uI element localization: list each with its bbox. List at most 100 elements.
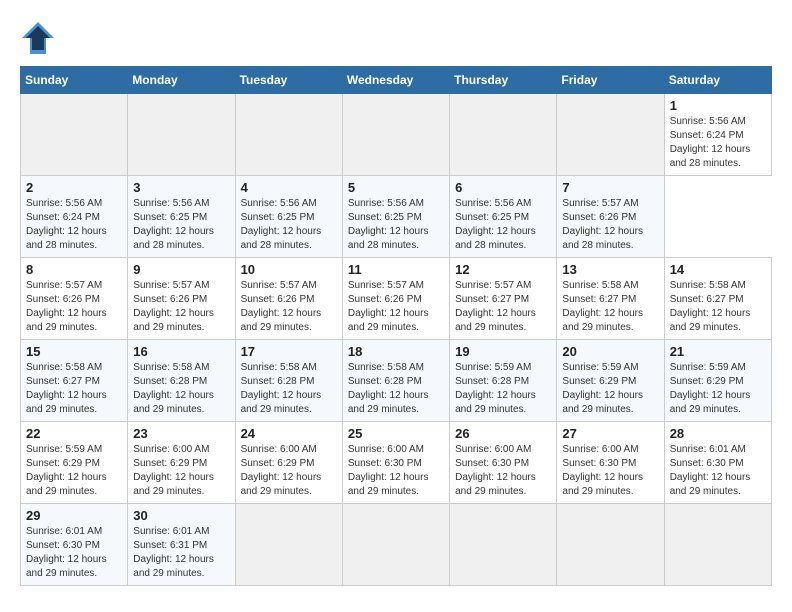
weekday-header: Sunday [21,67,128,94]
day-info: Sunrise: 5:57 AMSunset: 6:26 PMDaylight:… [348,279,444,335]
weekday-header: Tuesday [235,67,342,94]
day-info: Sunrise: 5:56 AMSunset: 6:25 PMDaylight:… [133,197,229,253]
weekday-header: Monday [128,67,235,94]
day-info: Sunrise: 6:01 AMSunset: 6:31 PMDaylight:… [133,525,229,581]
calendar-day: 6Sunrise: 5:56 AMSunset: 6:25 PMDaylight… [450,176,557,258]
weekday-header: Friday [557,67,664,94]
day-info: Sunrise: 5:57 AMSunset: 6:26 PMDaylight:… [26,279,122,335]
calendar-table: SundayMondayTuesdayWednesdayThursdayFrid… [20,66,772,586]
day-info: Sunrise: 5:57 AMSunset: 6:26 PMDaylight:… [241,279,337,335]
calendar-day: 5Sunrise: 5:56 AMSunset: 6:25 PMDaylight… [342,176,449,258]
calendar-header-row: SundayMondayTuesdayWednesdayThursdayFrid… [21,67,772,94]
day-info: Sunrise: 5:56 AMSunset: 6:24 PMDaylight:… [670,115,766,171]
calendar-day: 9Sunrise: 5:57 AMSunset: 6:26 PMDaylight… [128,258,235,340]
day-number: 11 [348,262,444,277]
calendar-day: 25 Sunrise: 6:00 AMSunset: 6:30 PMDayligh… [342,422,449,504]
day-number: 2 [26,180,122,195]
page-header [20,20,772,56]
day-info: Sunrise: 5:56 AMSunset: 6:25 PMDaylight:… [348,197,444,253]
calendar-day: 11 Sunrise: 5:57 AMSunset: 6:26 PMDayligh… [342,258,449,340]
day-info: Sunrise: 6:00 AMSunset: 6:29 PMDaylight:… [133,443,229,499]
calendar-day: 18 Sunrise: 5:58 AMSunset: 6:28 PMDayligh… [342,340,449,422]
calendar-day: 29 Sunrise: 6:01 AMSunset: 6:30 PMDayligh… [21,504,128,586]
day-number: 25 [348,426,444,441]
empty-cell [21,94,128,176]
calendar-day: 24 Sunrise: 6:00 AMSunset: 6:29 PMDayligh… [235,422,342,504]
day-info: Sunrise: 5:57 AMSunset: 6:26 PMDaylight:… [562,197,658,253]
day-info: Sunrise: 5:56 AMSunset: 6:24 PMDaylight:… [26,197,122,253]
day-number: 16 [133,344,229,359]
calendar-day: 27 Sunrise: 6:00 AMSunset: 6:30 PMDayligh… [557,422,664,504]
empty-cell [235,504,342,586]
day-number: 17 [241,344,337,359]
day-number: 19 [455,344,551,359]
calendar-day: 13 Sunrise: 5:58 AMSunset: 6:27 PMDayligh… [557,258,664,340]
calendar-day: 26 Sunrise: 6:00 AMSunset: 6:30 PMDayligh… [450,422,557,504]
day-info: Sunrise: 5:58 AMSunset: 6:27 PMDaylight:… [562,279,658,335]
empty-cell [450,504,557,586]
day-info: Sunrise: 5:58 AMSunset: 6:28 PMDaylight:… [241,361,337,417]
day-number: 10 [241,262,337,277]
logo-icon [20,20,56,56]
calendar-day: 19 Sunrise: 5:59 AMSunset: 6:28 PMDayligh… [450,340,557,422]
empty-cell [235,94,342,176]
empty-cell [450,94,557,176]
day-number: 28 [670,426,766,441]
day-info: Sunrise: 5:57 AMSunset: 6:26 PMDaylight:… [133,279,229,335]
weekday-header: Saturday [664,67,771,94]
day-number: 20 [562,344,658,359]
day-number: 30 [133,508,229,523]
day-info: Sunrise: 5:59 AMSunset: 6:29 PMDaylight:… [670,361,766,417]
day-info: Sunrise: 5:59 AMSunset: 6:28 PMDaylight:… [455,361,551,417]
calendar-day: 12Sunrise: 5:57 AMSunset: 6:27 PMDayligh… [450,258,557,340]
calendar-day: 14 Sunrise: 5:58 AMSunset: 6:27 PMDayligh… [664,258,771,340]
calendar-row: 22Sunrise: 5:59 AMSunset: 6:29 PMDayligh… [21,422,772,504]
logo [20,20,60,56]
calendar-row: 2 Sunrise: 5:56 AMSunset: 6:24 PMDaylight… [21,176,772,258]
day-number: 26 [455,426,551,441]
day-number: 27 [562,426,658,441]
day-number: 23 [133,426,229,441]
day-info: Sunrise: 5:58 AMSunset: 6:28 PMDaylight:… [348,361,444,417]
day-info: Sunrise: 6:00 AMSunset: 6:30 PMDaylight:… [455,443,551,499]
calendar-day: 22Sunrise: 5:59 AMSunset: 6:29 PMDayligh… [21,422,128,504]
weekday-header: Thursday [450,67,557,94]
calendar-day: 2 Sunrise: 5:56 AMSunset: 6:24 PMDaylight… [21,176,128,258]
weekday-header: Wednesday [342,67,449,94]
calendar-day: 1 Sunrise: 5:56 AMSunset: 6:24 PMDaylight… [664,94,771,176]
day-info: Sunrise: 5:59 AMSunset: 6:29 PMDaylight:… [562,361,658,417]
calendar-day: 15Sunrise: 5:58 AMSunset: 6:27 PMDayligh… [21,340,128,422]
day-number: 14 [670,262,766,277]
calendar-day: 23 Sunrise: 6:00 AMSunset: 6:29 PMDayligh… [128,422,235,504]
day-number: 13 [562,262,658,277]
calendar-day: 30 Sunrise: 6:01 AMSunset: 6:31 PMDayligh… [128,504,235,586]
day-number: 3 [133,180,229,195]
calendar-day: 28Sunrise: 6:01 AMSunset: 6:30 PMDayligh… [664,422,771,504]
empty-cell [342,504,449,586]
calendar-day: 4Sunrise: 5:56 AMSunset: 6:25 PMDaylight… [235,176,342,258]
day-number: 18 [348,344,444,359]
calendar-row: 8 Sunrise: 5:57 AMSunset: 6:26 PMDaylight… [21,258,772,340]
empty-cell [342,94,449,176]
calendar-row: 15Sunrise: 5:58 AMSunset: 6:27 PMDayligh… [21,340,772,422]
empty-cell [128,94,235,176]
day-number: 8 [26,262,122,277]
calendar-day: 7Sunrise: 5:57 AMSunset: 6:26 PMDaylight… [557,176,664,258]
calendar-row: 29 Sunrise: 6:01 AMSunset: 6:30 PMDayligh… [21,504,772,586]
day-number: 1 [670,98,766,113]
calendar-day: 16 Sunrise: 5:58 AMSunset: 6:28 PMDayligh… [128,340,235,422]
day-info: Sunrise: 5:58 AMSunset: 6:27 PMDaylight:… [670,279,766,335]
day-number: 29 [26,508,122,523]
day-info: Sunrise: 6:00 AMSunset: 6:29 PMDaylight:… [241,443,337,499]
calendar-day: 20 Sunrise: 5:59 AMSunset: 6:29 PMDayligh… [557,340,664,422]
calendar-row: 1 Sunrise: 5:56 AMSunset: 6:24 PMDaylight… [21,94,772,176]
calendar-day: 10 Sunrise: 5:57 AMSunset: 6:26 PMDayligh… [235,258,342,340]
day-info: Sunrise: 5:57 AMSunset: 6:27 PMDaylight:… [455,279,551,335]
day-info: Sunrise: 6:00 AMSunset: 6:30 PMDaylight:… [348,443,444,499]
day-info: Sunrise: 5:56 AMSunset: 6:25 PMDaylight:… [455,197,551,253]
day-info: Sunrise: 5:58 AMSunset: 6:28 PMDaylight:… [133,361,229,417]
day-info: Sunrise: 6:00 AMSunset: 6:30 PMDaylight:… [562,443,658,499]
day-info: Sunrise: 6:01 AMSunset: 6:30 PMDaylight:… [26,525,122,581]
day-info: Sunrise: 5:58 AMSunset: 6:27 PMDaylight:… [26,361,122,417]
day-number: 24 [241,426,337,441]
